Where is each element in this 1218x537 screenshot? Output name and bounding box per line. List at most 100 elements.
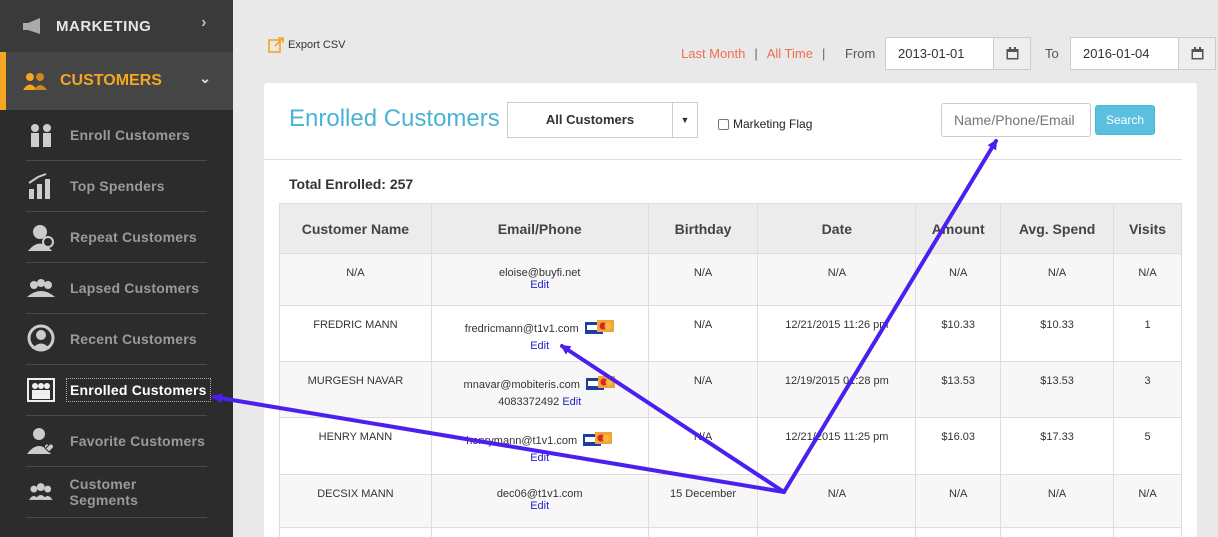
sidebar-item-label: Repeat Customers [70,229,197,245]
enroll-icon [31,124,51,147]
table-body: N/A eloise@buyfi.net Edit N/A N/A N/A N/A N/A FR… [279,253,1182,537]
favorite-customers-icon [27,428,54,454]
from-date-value[interactable]: 2013-01-01 [886,38,993,69]
total-enrolled: Total Enrolled: 257 [289,176,414,192]
cell-birthday: N/A [647,305,759,362]
cell-avg-spend: $10.33 [1000,305,1115,362]
column-header[interactable]: Email/Phone [430,203,649,254]
last-month-link[interactable]: Last Month [681,46,745,61]
marketing-flag-checkbox[interactable]: Marketing Flag [718,117,812,131]
sidebar-item-label: Lapsed Customers [70,280,200,296]
export-csv-link[interactable]: Export CSV [268,37,345,53]
email: fredricmann@t1v1.com [464,323,579,336]
sidebar-item-enroll-customers[interactable]: Enroll Customers [26,110,207,161]
nav-customers[interactable]: CUSTOMERS ⌄ [0,52,233,110]
table-row[interactable]: HENRY MANN henrymann@t1v1.com Edit N/A 12/21… [279,417,1182,475]
sidebar-item-label: Favorite Customers [70,433,206,449]
cell-visits: 5 [1113,417,1182,475]
lapsed-customers-icon [27,279,55,297]
sidebar-item-label: Recent Customers [70,331,197,347]
from-label: From [845,46,876,61]
table-row[interactable]: FREDRIC MANN fredricmann@t1v1.com Edit N/A 1… [279,305,1182,362]
cell-email-phone: fredricmann@t1v1.com Edit [430,305,649,362]
enrolled-customers-icon [27,378,55,402]
cell-amount: $16.03 [915,417,1002,475]
cell-amount: $13.53 [915,361,1002,418]
to-date-field[interactable]: 2016-01-04 [1070,37,1216,70]
recent-customers-icon [27,324,55,352]
sidebar-item-favorite-customers[interactable]: Favorite Customers [26,416,207,467]
megaphone-icon [23,18,40,34]
sidebar-item-lapsed-customers[interactable]: Lapsed Customers [26,263,207,314]
cell-name: DECSIX MANN [279,474,432,528]
credit-card-icon [585,375,616,396]
divider [264,159,1182,160]
edit-link[interactable]: Edit [530,279,549,291]
column-header[interactable]: Customer Name [279,203,432,254]
nav-marketing[interactable]: MARKETING › [0,0,233,52]
column-header[interactable]: Amount [915,203,1002,254]
sidebar-item-customer-segments[interactable]: Customer Segments [26,467,207,518]
caret-down-icon[interactable]: ▼ [672,103,697,137]
sidebar-item-repeat-customers[interactable]: Repeat Customers [26,212,207,263]
to-date-value[interactable]: 2016-01-04 [1071,38,1178,69]
export-icon [268,37,284,53]
table-row [279,527,1182,537]
cell-birthday: N/A [647,253,759,306]
page-title: Enrolled Customers [289,105,500,132]
calendar-icon[interactable] [993,38,1030,69]
users-icon [23,73,47,90]
sidebar-item-recent-customers[interactable]: Recent Customers [26,314,207,365]
chevron-down-icon: ⌄ [199,70,211,86]
cell-avg-spend: N/A [1000,474,1115,528]
cell-date: 12/19/2015 01:28 pm [757,361,917,418]
edit-link[interactable]: Edit [530,500,549,512]
cell-name: HENRY MANN [279,417,432,475]
cell-email-phone: mnavar@mobiteris.com 4083372492 Edit [430,361,649,418]
repeat-customers-icon [28,225,54,251]
column-header[interactable]: Birthday [647,203,759,254]
table-row[interactable]: DECSIX MANN dec06@t1v1.com Edit 15 December… [279,474,1182,528]
customers-table: Customer Name Email/Phone Birthday Date … [279,203,1182,537]
search-input[interactable] [941,103,1091,137]
table-row[interactable]: N/A eloise@buyfi.net Edit N/A N/A N/A N/A N/A [279,253,1182,306]
customer-filter-select[interactable]: All Customers ▼ [507,102,698,138]
calendar-icon[interactable] [1178,38,1215,69]
cell-visits: 1 [1113,305,1182,362]
cell-amount: N/A [915,474,1002,528]
email: henrymann@t1v1.com [466,435,578,448]
email: mnavar@mobiteris.com [463,379,580,392]
date-range-shortcuts: Last Month | All Time | [681,46,834,61]
table-row[interactable]: MURGESH NAVAR mnavar@mobiteris.com 4083372… [279,361,1182,418]
checkbox-box[interactable] [718,118,729,130]
cell-amount: N/A [915,253,1002,306]
column-header[interactable]: Avg. Spend [1000,203,1115,254]
table-header-row: Customer Name Email/Phone Birthday Date … [279,203,1182,254]
edit-link[interactable]: Edit [530,340,549,352]
credit-card-icon [584,319,615,340]
separator: | [754,46,758,61]
sidebar-item-top-spenders[interactable]: Top Spenders [26,161,207,212]
cell-visits: 3 [1113,361,1182,418]
cell-name: MURGESH NAVAR [279,361,432,418]
sidebar-item-enrolled-customers[interactable]: Enrolled Customers [26,365,211,416]
sidebar: MARKETING › CUSTOMERS ⌄ Enroll Customers… [0,0,233,537]
cell-visits: N/A [1113,474,1182,528]
column-header[interactable]: Date [757,203,917,254]
cell-date: 12/21/2015 11:26 pm [757,305,917,362]
edit-link[interactable]: Edit [530,452,549,464]
customers-submenu: Enroll Customers Top Spenders Repeat Cus… [0,110,233,518]
cell-email-phone: dec06@t1v1.com Edit [430,474,649,528]
cell-date: N/A [757,253,917,306]
edit-link[interactable]: Edit [562,396,581,408]
column-header[interactable]: Visits [1113,203,1182,254]
cell-birthday: N/A [647,417,759,475]
search-button[interactable]: Search [1095,105,1155,135]
all-time-link[interactable]: All Time [767,46,813,61]
chevron-right-icon: › [201,14,207,31]
cell-avg-spend: $13.53 [1000,361,1115,418]
cell-birthday: 15 December [647,474,759,528]
cell-name: N/A [279,253,432,306]
export-csv-label: Export CSV [288,39,346,51]
from-date-field[interactable]: 2013-01-01 [885,37,1031,70]
